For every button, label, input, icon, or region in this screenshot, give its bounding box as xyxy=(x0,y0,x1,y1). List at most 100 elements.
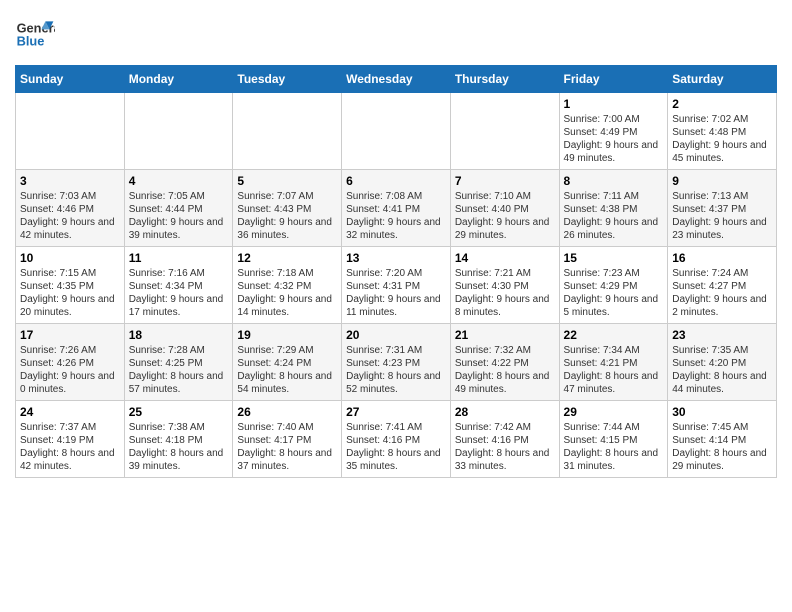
day-info: Sunrise: 7:45 AM Sunset: 4:14 PM Dayligh… xyxy=(672,421,772,473)
day-number: 12 xyxy=(237,251,337,265)
calendar-day-cell: 30 Sunrise: 7:45 AM Sunset: 4:14 PM Dayli… xyxy=(668,401,777,478)
calendar-day-cell xyxy=(16,93,125,170)
day-info: Sunrise: 7:23 AM Sunset: 4:29 PM Dayligh… xyxy=(564,267,664,319)
day-number: 18 xyxy=(129,328,229,342)
calendar-week-row: 17 Sunrise: 7:26 AM Sunset: 4:26 PM Dayli… xyxy=(16,324,777,401)
day-info: Sunrise: 7:35 AM Sunset: 4:20 PM Dayligh… xyxy=(672,344,772,396)
day-info: Sunrise: 7:02 AM Sunset: 4:48 PM Dayligh… xyxy=(672,113,772,165)
day-info: Sunrise: 7:11 AM Sunset: 4:38 PM Dayligh… xyxy=(564,190,664,242)
day-info: Sunrise: 7:38 AM Sunset: 4:18 PM Dayligh… xyxy=(129,421,229,473)
day-info: Sunrise: 7:24 AM Sunset: 4:27 PM Dayligh… xyxy=(672,267,772,319)
calendar-day-cell: 24 Sunrise: 7:37 AM Sunset: 4:19 PM Dayli… xyxy=(16,401,125,478)
calendar-day-cell: 17 Sunrise: 7:26 AM Sunset: 4:26 PM Dayli… xyxy=(16,324,125,401)
calendar-day-cell: 21 Sunrise: 7:32 AM Sunset: 4:22 PM Dayli… xyxy=(450,324,559,401)
calendar-day-cell: 22Sunrise: 7:34 AM Sunset: 4:21 PM Dayli… xyxy=(559,324,668,401)
calendar-day-cell: 12 Sunrise: 7:18 AM Sunset: 4:32 PM Dayli… xyxy=(233,247,342,324)
day-number: 29 xyxy=(564,405,664,419)
calendar-day-cell: 3 Sunrise: 7:03 AM Sunset: 4:46 PM Daylig… xyxy=(16,170,125,247)
calendar-day-cell xyxy=(233,93,342,170)
calendar-day-cell: 29 Sunrise: 7:44 AM Sunset: 4:15 PM Dayli… xyxy=(559,401,668,478)
day-number: 25 xyxy=(129,405,229,419)
weekday-header: Wednesday xyxy=(342,66,451,93)
weekday-header: Monday xyxy=(124,66,233,93)
logo-icon: General Blue xyxy=(15,15,55,55)
calendar-day-cell xyxy=(342,93,451,170)
calendar-week-row: 3 Sunrise: 7:03 AM Sunset: 4:46 PM Daylig… xyxy=(16,170,777,247)
calendar-day-cell: 20 Sunrise: 7:31 AM Sunset: 4:23 PM Dayli… xyxy=(342,324,451,401)
day-number: 19 xyxy=(237,328,337,342)
day-info: Sunrise: 7:42 AM Sunset: 4:16 PM Dayligh… xyxy=(455,421,555,473)
calendar-day-cell: 23 Sunrise: 7:35 AM Sunset: 4:20 PM Dayli… xyxy=(668,324,777,401)
calendar-table: SundayMondayTuesdayWednesdayThursdayFrid… xyxy=(15,65,777,478)
calendar-day-cell: 18 Sunrise: 7:28 AM Sunset: 4:25 PM Dayli… xyxy=(124,324,233,401)
calendar-day-cell: 1 Sunrise: 7:00 AM Sunset: 4:49 PM Daylig… xyxy=(559,93,668,170)
day-number: 23 xyxy=(672,328,772,342)
day-info: Sunrise: 7:03 AM Sunset: 4:46 PM Dayligh… xyxy=(20,190,120,242)
day-number: 20 xyxy=(346,328,446,342)
day-info: Sunrise: 7:41 AM Sunset: 4:16 PM Dayligh… xyxy=(346,421,446,473)
day-number: 15 xyxy=(564,251,664,265)
calendar-day-cell: 13Sunrise: 7:20 AM Sunset: 4:31 PM Dayli… xyxy=(342,247,451,324)
weekday-header: Saturday xyxy=(668,66,777,93)
calendar-day-cell: 14 Sunrise: 7:21 AM Sunset: 4:30 PM Dayli… xyxy=(450,247,559,324)
day-number: 3 xyxy=(20,174,120,188)
calendar-week-row: 24 Sunrise: 7:37 AM Sunset: 4:19 PM Dayli… xyxy=(16,401,777,478)
calendar-day-cell: 8 Sunrise: 7:11 AM Sunset: 4:38 PM Daylig… xyxy=(559,170,668,247)
day-number: 11 xyxy=(129,251,229,265)
day-number: 2 xyxy=(672,97,772,111)
logo: General Blue xyxy=(15,15,55,55)
calendar-day-cell: 25 Sunrise: 7:38 AM Sunset: 4:18 PM Dayli… xyxy=(124,401,233,478)
calendar-day-cell: 9 Sunrise: 7:13 AM Sunset: 4:37 PM Daylig… xyxy=(668,170,777,247)
day-number: 9 xyxy=(672,174,772,188)
day-number: 10 xyxy=(20,251,120,265)
day-number: 5 xyxy=(237,174,337,188)
day-number: 14 xyxy=(455,251,555,265)
calendar-day-cell: 27 Sunrise: 7:41 AM Sunset: 4:16 PM Dayli… xyxy=(342,401,451,478)
calendar-day-cell xyxy=(450,93,559,170)
day-info: Sunrise: 7:18 AM Sunset: 4:32 PM Dayligh… xyxy=(237,267,337,319)
calendar-header: SundayMondayTuesdayWednesdayThursdayFrid… xyxy=(16,66,777,93)
day-number: 7 xyxy=(455,174,555,188)
day-number: 1 xyxy=(564,97,664,111)
calendar-day-cell: 2 Sunrise: 7:02 AM Sunset: 4:48 PM Daylig… xyxy=(668,93,777,170)
day-info: Sunrise: 7:32 AM Sunset: 4:22 PM Dayligh… xyxy=(455,344,555,396)
calendar-week-row: 1 Sunrise: 7:00 AM Sunset: 4:49 PM Daylig… xyxy=(16,93,777,170)
day-info: Sunrise: 7:07 AM Sunset: 4:43 PM Dayligh… xyxy=(237,190,337,242)
day-number: 21 xyxy=(455,328,555,342)
svg-text:Blue: Blue xyxy=(17,33,45,48)
weekday-header: Thursday xyxy=(450,66,559,93)
day-number: 24 xyxy=(20,405,120,419)
day-number: 6 xyxy=(346,174,446,188)
calendar-day-cell: 19 Sunrise: 7:29 AM Sunset: 4:24 PM Dayli… xyxy=(233,324,342,401)
day-info: Sunrise: 7:44 AM Sunset: 4:15 PM Dayligh… xyxy=(564,421,664,473)
day-number: 30 xyxy=(672,405,772,419)
day-number: 22 xyxy=(564,328,664,342)
day-info: Sunrise: 7:08 AM Sunset: 4:41 PM Dayligh… xyxy=(346,190,446,242)
day-info: Sunrise: 7:21 AM Sunset: 4:30 PM Dayligh… xyxy=(455,267,555,319)
calendar-day-cell: 7Sunrise: 7:10 AM Sunset: 4:40 PM Daylig… xyxy=(450,170,559,247)
day-info: Sunrise: 7:37 AM Sunset: 4:19 PM Dayligh… xyxy=(20,421,120,473)
calendar-day-cell: 15 Sunrise: 7:23 AM Sunset: 4:29 PM Dayli… xyxy=(559,247,668,324)
day-number: 4 xyxy=(129,174,229,188)
calendar-week-row: 10Sunrise: 7:15 AM Sunset: 4:35 PM Dayli… xyxy=(16,247,777,324)
day-info: Sunrise: 7:29 AM Sunset: 4:24 PM Dayligh… xyxy=(237,344,337,396)
calendar-day-cell: 5 Sunrise: 7:07 AM Sunset: 4:43 PM Daylig… xyxy=(233,170,342,247)
calendar-day-cell: 26Sunrise: 7:40 AM Sunset: 4:17 PM Dayli… xyxy=(233,401,342,478)
day-number: 27 xyxy=(346,405,446,419)
day-info: Sunrise: 7:26 AM Sunset: 4:26 PM Dayligh… xyxy=(20,344,120,396)
day-info: Sunrise: 7:00 AM Sunset: 4:49 PM Dayligh… xyxy=(564,113,664,165)
day-number: 8 xyxy=(564,174,664,188)
calendar-day-cell xyxy=(124,93,233,170)
day-info: Sunrise: 7:13 AM Sunset: 4:37 PM Dayligh… xyxy=(672,190,772,242)
calendar-day-cell: 10Sunrise: 7:15 AM Sunset: 4:35 PM Dayli… xyxy=(16,247,125,324)
day-info: Sunrise: 7:31 AM Sunset: 4:23 PM Dayligh… xyxy=(346,344,446,396)
calendar-day-cell: 16 Sunrise: 7:24 AM Sunset: 4:27 PM Dayli… xyxy=(668,247,777,324)
weekday-header: Friday xyxy=(559,66,668,93)
page-header: General Blue xyxy=(15,15,777,55)
calendar-day-cell: 4Sunrise: 7:05 AM Sunset: 4:44 PM Daylig… xyxy=(124,170,233,247)
day-info: Sunrise: 7:16 AM Sunset: 4:34 PM Dayligh… xyxy=(129,267,229,319)
day-info: Sunrise: 7:28 AM Sunset: 4:25 PM Dayligh… xyxy=(129,344,229,396)
day-number: 17 xyxy=(20,328,120,342)
calendar-day-cell: 28Sunrise: 7:42 AM Sunset: 4:16 PM Dayli… xyxy=(450,401,559,478)
day-number: 16 xyxy=(672,251,772,265)
